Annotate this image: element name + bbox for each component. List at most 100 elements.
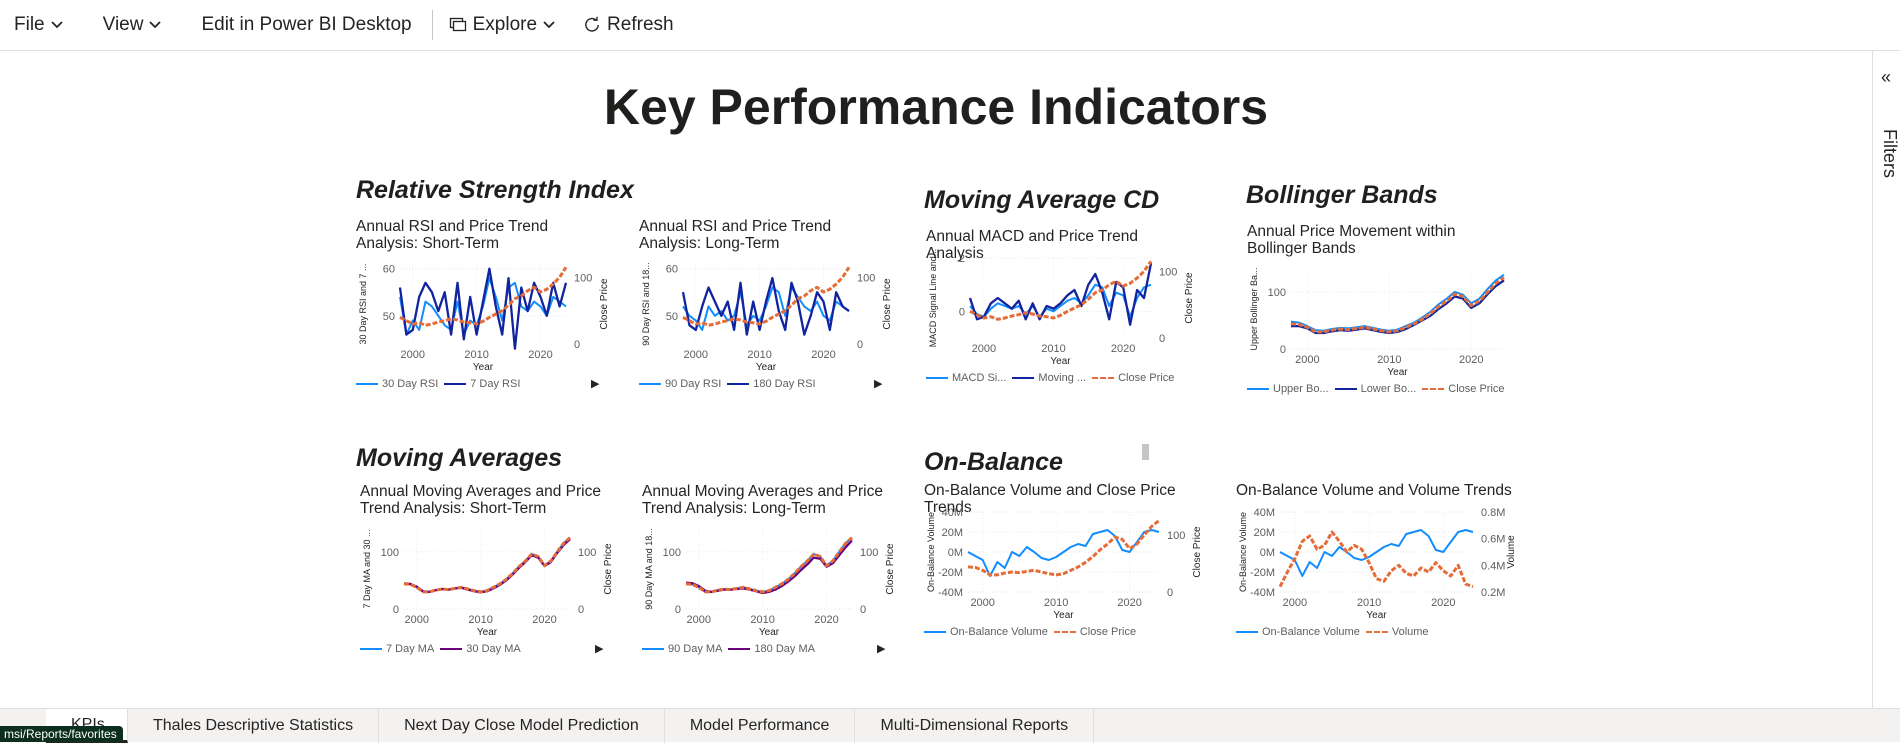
chart-plot: 50 60 0 100 2000 2010 2020 Year 90 Day RSI and 1… <box>641 262 893 372</box>
chart-legend: 7 Day MA 30 Day MA <box>360 643 527 655</box>
visual-macd[interactable]: Annual MACD and Price Trend Analysis 0 2 0 1… <box>926 228 1196 413</box>
x-tick-label: 2010 <box>1377 354 1401 366</box>
file-menu[interactable]: File <box>0 0 77 51</box>
tab-multi-dimensional-reports[interactable]: Multi-Dimensional Reports <box>855 709 1095 743</box>
tab-descriptive-statistics[interactable]: Thales Descriptive Statistics <box>128 709 380 743</box>
legend-item[interactable]: MACD Si... <box>926 372 1006 384</box>
legend-item[interactable]: Lower Bo... <box>1334 383 1416 395</box>
y-tick-label: -40M <box>1250 587 1275 599</box>
refresh-button[interactable]: Refresh <box>569 0 688 51</box>
x-tick-label: 2010 <box>464 349 488 361</box>
visual-obv-close-price[interactable]: On-Balance Volume and Close Price Trends… <box>924 482 1204 674</box>
legend-item[interactable]: 30 Day MA <box>440 643 521 655</box>
edit-in-desktop-button[interactable]: Edit in Power BI Desktop <box>187 0 425 51</box>
chart-plot: 0 100 0 100 2000 2010 2020 Year 7 Day MA and 30 … <box>362 529 614 637</box>
legend-item[interactable]: Close Price <box>1053 626 1136 638</box>
visual-rsi-short-term[interactable]: Annual RSI and Price Trend Analysis: Sho… <box>356 218 611 408</box>
legend-swatch <box>1236 631 1258 633</box>
explore-menu[interactable]: Explore <box>439 0 569 51</box>
legend-next-arrow-icon[interactable]: ▶ <box>591 377 599 390</box>
series-line-close-price[interactable] <box>967 519 1160 577</box>
x-tick-label: 2000 <box>1295 354 1319 366</box>
y2-axis-label: Volume <box>1506 535 1517 569</box>
y2-axis-label: Close Price <box>603 543 614 595</box>
x-axis-label: Year <box>756 362 777 372</box>
legend-item[interactable]: Upper Bo... <box>1247 383 1329 395</box>
legend-swatch <box>444 383 467 385</box>
legend-next-arrow-icon[interactable]: ▶ <box>877 642 885 655</box>
series-line-close-price[interactable] <box>685 536 853 594</box>
visual-title: On-Balance Volume and Volume Trends <box>1236 482 1512 499</box>
y-tick-label: 100 <box>381 547 399 559</box>
filters-pane[interactable]: « Filters <box>1872 51 1900 708</box>
legend-swatch <box>1334 388 1357 390</box>
tab-next-day-close-prediction[interactable]: Next Day Close Model Prediction <box>379 709 665 743</box>
legend-swatch <box>1092 377 1115 379</box>
legend-item[interactable]: Close Price <box>1092 372 1174 384</box>
y2-axis-label: Close Price <box>885 543 896 595</box>
x-tick-label: 2020 <box>814 614 838 626</box>
series-line-close-price[interactable] <box>403 536 571 594</box>
legend-item[interactable]: Moving ... <box>1012 372 1086 384</box>
legend-item[interactable]: 90 Day RSI <box>639 378 721 390</box>
view-menu[interactable]: View <box>89 0 176 51</box>
legend-swatch <box>924 631 946 633</box>
legend-item[interactable]: 180 Day RSI <box>727 378 816 390</box>
legend-item[interactable]: 7 Day MA <box>360 643 434 655</box>
x-tick-label: 2010 <box>1357 597 1381 609</box>
y-tick-label: 100 <box>1268 287 1286 299</box>
y-tick-label: 100 <box>663 547 681 559</box>
y2-tick-label: 100 <box>1159 266 1177 278</box>
legend-label: 7 Day RSI <box>470 378 521 390</box>
toolbar-divider <box>431 10 433 40</box>
visual-ma-long-term[interactable]: Annual Moving Averages and Price Trend A… <box>642 483 897 673</box>
section-title-rsi: Relative Strength Index <box>356 176 634 204</box>
x-tick-label: 2000 <box>405 614 429 626</box>
x-tick-label: 2020 <box>1117 597 1141 609</box>
status-bar-url: msi/Reports/favorites <box>0 726 123 742</box>
legend-swatch <box>926 377 948 379</box>
series-line-upper-bollinger-band[interactable] <box>1290 273 1505 332</box>
explore-icon <box>449 17 466 32</box>
y2-tick-label: 0 <box>574 339 580 351</box>
chart-plot: 0 100 2000 2010 2020 Year Upper Bollinger Ba..… <box>1249 267 1505 377</box>
legend-item[interactable]: Close Price <box>1422 383 1505 395</box>
visual-scrollbar[interactable] <box>1142 444 1149 460</box>
legend-swatch <box>1053 631 1076 633</box>
legend-item[interactable]: On-Balance Volume <box>1236 626 1360 638</box>
visual-rsi-long-term[interactable]: Annual RSI and Price Trend Analysis: Lon… <box>639 218 894 408</box>
y2-tick-label: 100 <box>857 272 875 284</box>
report-toolbar: File View Edit in Power BI Desktop Explo… <box>0 0 1900 51</box>
chevron-down-icon <box>149 21 162 29</box>
legend-next-arrow-icon[interactable]: ▶ <box>874 377 882 390</box>
x-tick-label: 2020 <box>1431 597 1455 609</box>
visual-ma-short-term[interactable]: Annual Moving Averages and Price Trend A… <box>360 483 615 673</box>
y-axis-label: On-Balance Volume <box>1238 512 1248 592</box>
legend-item[interactable]: On-Balance Volume <box>924 626 1048 638</box>
tab-model-performance[interactable]: Model Performance <box>665 709 856 743</box>
series-line-volume[interactable] <box>1278 530 1474 589</box>
x-tick-label: 2000 <box>1283 597 1307 609</box>
y2-tick-label: 0 <box>1167 587 1173 599</box>
visual-bollinger-bands[interactable]: Annual Price Movement within Bollinger B… <box>1247 223 1512 413</box>
y-tick-label: 60 <box>666 264 678 276</box>
legend-item[interactable]: 90 Day MA <box>642 643 722 655</box>
legend-swatch <box>360 648 382 650</box>
x-tick-label: 2000 <box>684 349 708 361</box>
visual-obv-volume[interactable]: On-Balance Volume and Volume Trends -40M -… <box>1236 482 1518 674</box>
y-tick-label: 0 <box>1280 344 1286 356</box>
x-tick-label: 2000 <box>687 614 711 626</box>
series-line-close-price[interactable] <box>1290 276 1505 334</box>
y2-tick-label: 0 <box>860 604 866 616</box>
legend-item[interactable]: 30 Day RSI <box>356 378 438 390</box>
series-line-on-balance-volume[interactable] <box>967 529 1160 577</box>
legend-next-arrow-icon[interactable]: ▶ <box>595 642 603 655</box>
y-tick-label: 20M <box>1254 527 1275 539</box>
legend-item[interactable]: Volume <box>1365 626 1429 638</box>
legend-item[interactable]: 180 Day MA <box>728 643 815 655</box>
legend-item[interactable]: 7 Day RSI <box>444 378 520 390</box>
x-axis-label: Year <box>759 627 780 637</box>
legend-label: Close Price <box>1448 383 1505 395</box>
expand-filters-icon[interactable]: « <box>1881 67 1891 88</box>
y-tick-label: 2 <box>959 253 965 265</box>
